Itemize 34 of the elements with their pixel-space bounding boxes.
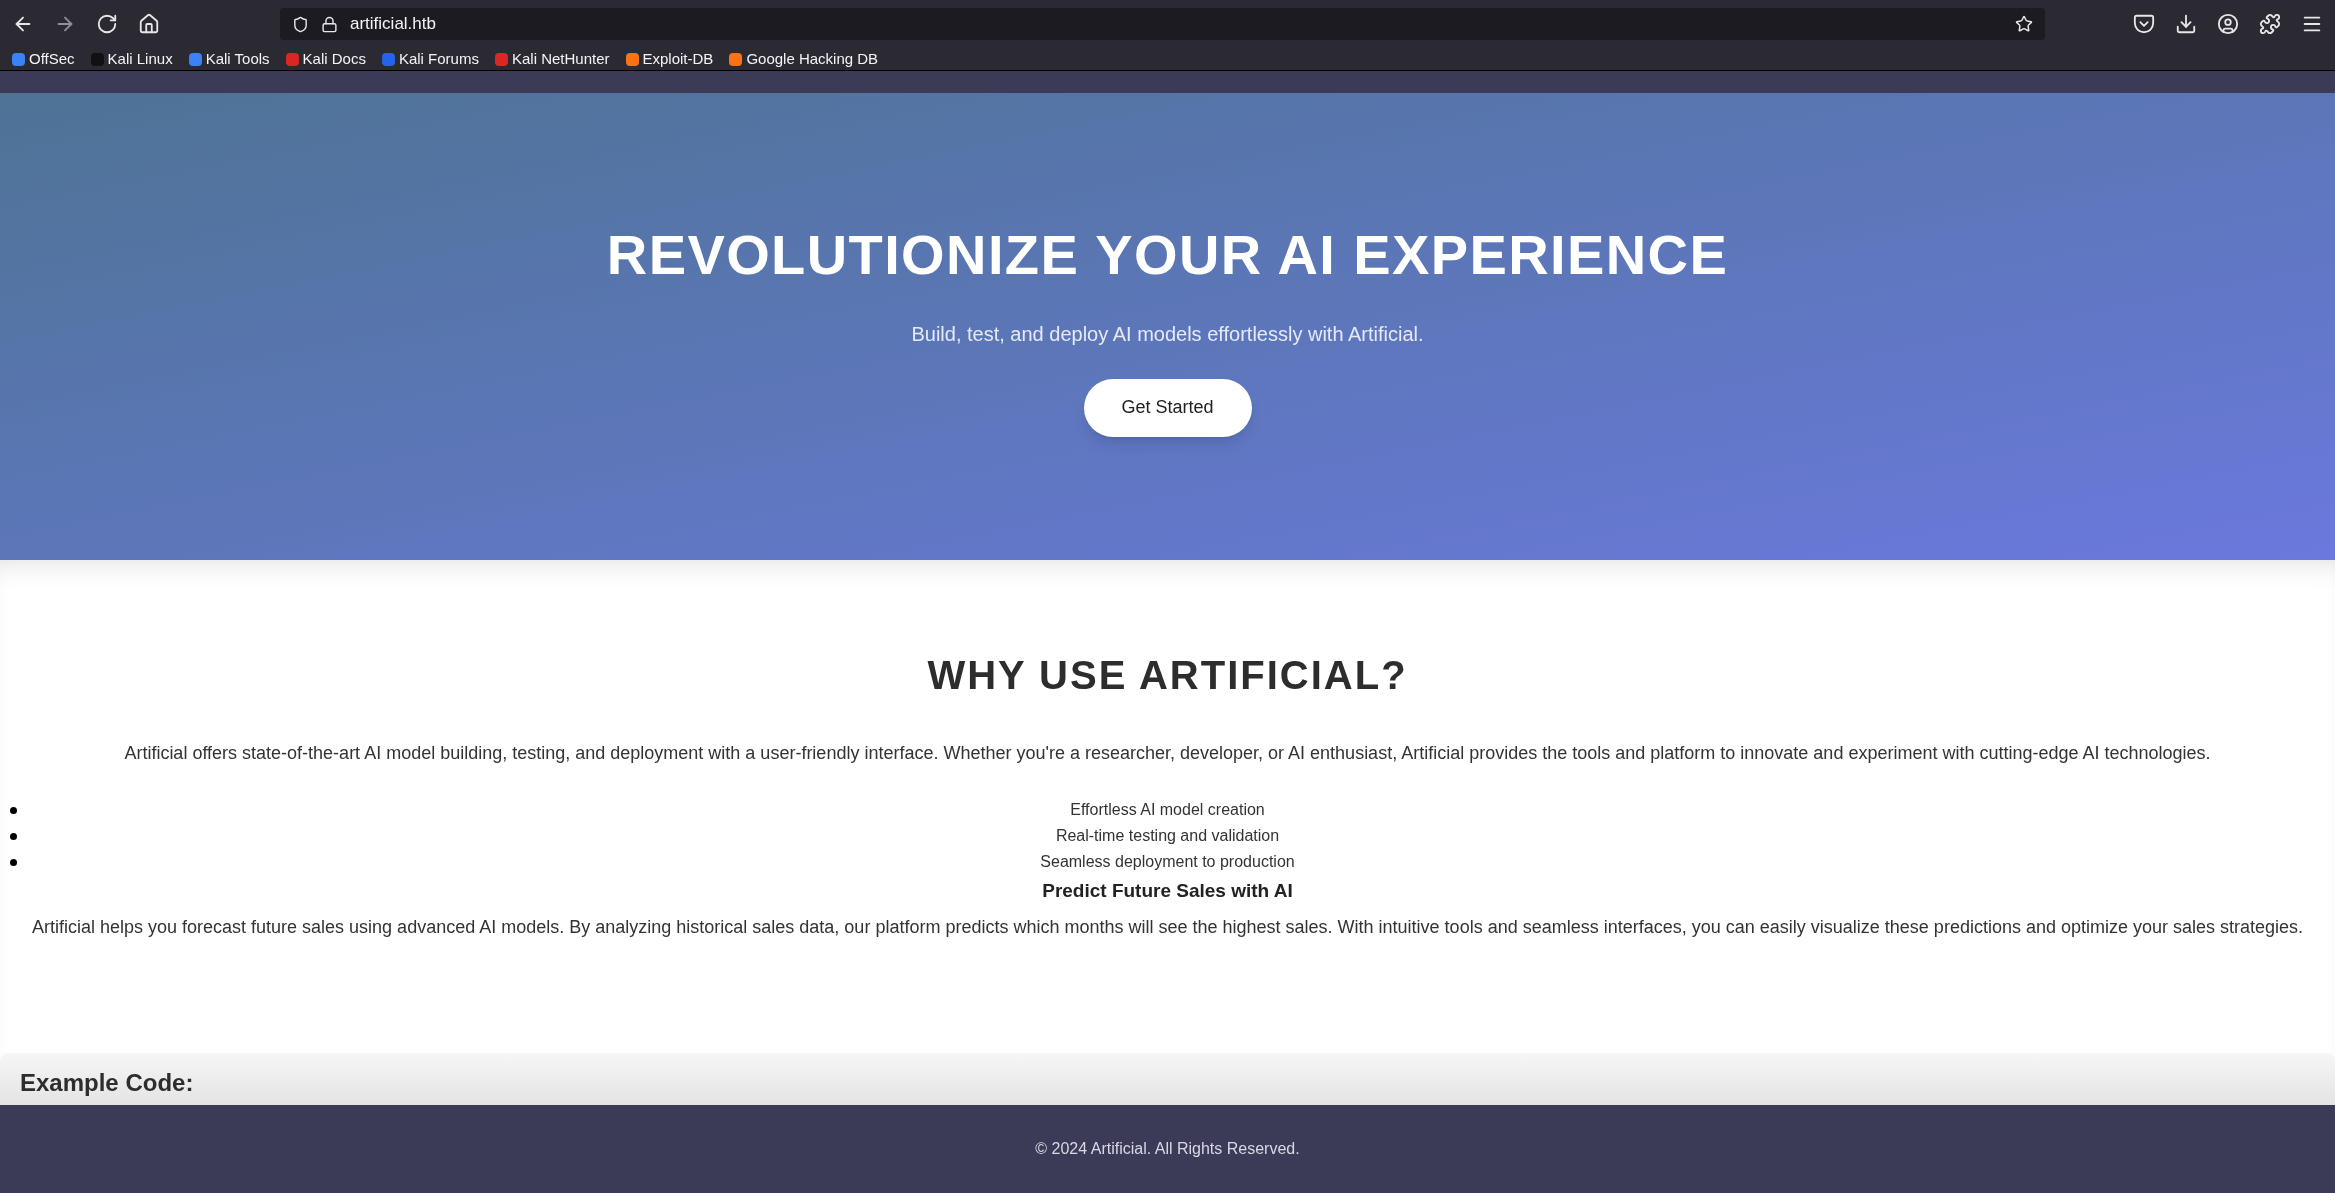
bookmark-star-icon[interactable] — [2015, 15, 2033, 33]
bookmark-item[interactable]: Kali Forums — [381, 47, 479, 71]
home-icon[interactable] — [138, 13, 160, 35]
feature-item: Seamless deployment to production — [1040, 852, 1295, 872]
bullet-icon — [10, 858, 17, 866]
bookmark-item[interactable]: Google Hacking DB — [729, 47, 879, 71]
hero-subtitle: Build, test, and deploy AI models effortlessly with Artificial. — [911, 321, 1424, 347]
bookmark-item[interactable]: OffSec — [12, 47, 75, 71]
example-code-heading: Example Code: — [20, 1068, 195, 1098]
bullet-icon — [10, 806, 17, 814]
bookmark-item[interactable]: Kali NetHunter — [494, 47, 610, 71]
feature-item: Effortless AI model creation — [1070, 800, 1265, 820]
reload-icon[interactable] — [96, 13, 118, 35]
pocket-icon[interactable] — [2133, 13, 2155, 35]
bookmark-item[interactable]: Exploit-DB — [625, 47, 714, 71]
get-started-button[interactable]: Get Started — [1083, 378, 1252, 437]
extensions-icon[interactable] — [2259, 13, 2281, 35]
intro-paragraph: Artificial offers state-of-the-art AI model building, testing, and deployment with a user-friendly interface. Whether you're a researcher, developer, or AI enthusiast, Artificial provides the tools and platform to innovate and experiment with cutting-edge AI technologies. — [124, 742, 2211, 765]
bullet-icon — [10, 832, 17, 840]
bookmark-item[interactable]: Kali Tools — [188, 47, 270, 71]
section-heading: WHY USE ARTIFICIAL? — [927, 652, 1408, 699]
account-icon[interactable] — [2217, 13, 2239, 35]
copyright-text: © 2024 Artificial. All Rights Reserved. — [1035, 1139, 1300, 1159]
feature-item: Real-time testing and validation — [1055, 826, 1280, 846]
download-icon[interactable] — [2175, 13, 2197, 35]
shield-icon — [292, 15, 309, 33]
url-text: artificial.htb — [350, 13, 436, 36]
subheading: Predict Future Sales with AI — [1042, 879, 1293, 903]
description-paragraph: Artificial helps you forecast future sales using advanced AI models. By analyzing historical sales data, our platform predicts which months will see the highest sales. With intuitive tools and seamless interfaces, you can easily visualize these predictions and optimize your sales strategies. — [31, 915, 2304, 939]
hero-title: REVOLUTIONIZE YOUR AI EXPERIENCE — [606, 221, 1729, 288]
bookmark-item[interactable]: Kali Docs — [285, 47, 366, 71]
lock-icon — [321, 15, 338, 33]
bookmark-item[interactable]: Kali Linux — [90, 47, 173, 71]
address-bar[interactable]: artificial.htb — [280, 8, 2045, 40]
